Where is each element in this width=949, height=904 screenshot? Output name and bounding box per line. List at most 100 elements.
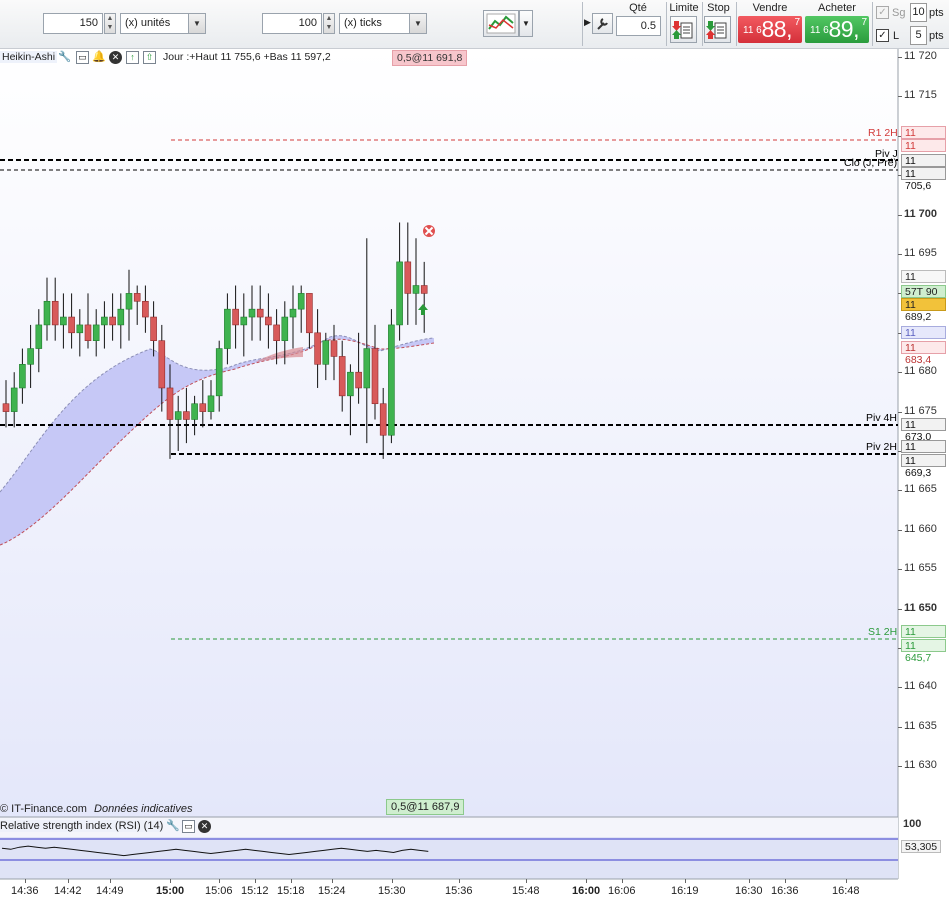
candle-down[interactable] (84, 324, 92, 341)
candle-up[interactable] (117, 308, 125, 326)
candle-up[interactable] (412, 285, 420, 294)
buy-button[interactable]: 11 6 89, 7 (805, 16, 869, 43)
sg-checkbox[interactable]: ✓ (876, 6, 889, 19)
close-icon[interactable]: ✕ (109, 51, 122, 64)
candle-up[interactable] (224, 308, 231, 349)
wrench-button[interactable] (592, 13, 613, 34)
quantity-ticks-stepper[interactable]: ▲ ▼ (323, 13, 335, 34)
candle-down[interactable] (199, 403, 207, 412)
day-range-info: Jour :+Haut 11 755,6 +Bas 11 597,2 (163, 51, 331, 63)
candle-up[interactable] (297, 293, 305, 310)
candle-down[interactable] (420, 285, 428, 294)
candle-down[interactable] (142, 300, 149, 318)
price-tick-label: 11 630 (904, 759, 937, 772)
candle-down[interactable] (133, 293, 141, 302)
time-tick-mark (392, 879, 393, 883)
candle-down[interactable] (306, 293, 313, 334)
candle-up[interactable] (388, 324, 395, 436)
time-tick-label: 16:30 (735, 885, 763, 897)
candle-up[interactable] (35, 324, 43, 349)
candle-down[interactable] (404, 261, 412, 294)
candle-up[interactable] (322, 340, 330, 365)
price-tick-mark (898, 608, 902, 610)
l-points-input[interactable]: 5 (910, 26, 927, 45)
candle-up[interactable] (347, 371, 354, 397)
sg-points-input[interactable]: 10 (910, 3, 927, 22)
time-tick-mark (685, 879, 686, 883)
candle-up[interactable] (215, 348, 223, 397)
candle-down[interactable] (273, 324, 280, 341)
price-tick-label: 11 640 (904, 680, 937, 693)
chart-type-button[interactable] (483, 10, 519, 37)
candle-down[interactable] (183, 411, 190, 420)
candle-up[interactable] (363, 348, 371, 389)
candle-down[interactable] (166, 387, 174, 420)
quantity-ticks-input[interactable]: 100 (262, 13, 322, 34)
candle-up[interactable] (281, 316, 289, 341)
candle-down[interactable] (371, 348, 379, 405)
qte-input[interactable]: 0.5 (616, 16, 661, 36)
rsi-window-icon[interactable]: ▭ (182, 820, 195, 833)
window-icon[interactable]: ▭ (76, 51, 89, 64)
candle-up[interactable] (289, 308, 297, 318)
candle-up[interactable] (248, 308, 256, 318)
candle-down[interactable] (265, 316, 272, 326)
price-chart[interactable] (0, 49, 949, 904)
candle-down[interactable] (232, 308, 239, 326)
candle-down[interactable] (256, 308, 264, 318)
candle-up[interactable] (10, 387, 18, 412)
collapse-arrow-icon[interactable]: ▶ (584, 17, 591, 28)
piv-2h-tag-2: 11 669,3 (901, 454, 946, 479)
candle-up[interactable] (207, 395, 215, 412)
candle-up[interactable] (396, 261, 403, 326)
candle-up[interactable] (27, 348, 34, 365)
candle-down[interactable] (338, 356, 346, 397)
wrench-icon[interactable]: 🔧 (58, 50, 71, 63)
candle-up[interactable] (43, 300, 51, 326)
candle-up[interactable] (174, 411, 182, 420)
time-tick-label: 15:12 (241, 885, 269, 897)
time-tick-label: 14:36 (11, 885, 39, 897)
limit-order-button[interactable] (670, 16, 697, 43)
candle-down[interactable] (355, 371, 362, 389)
candle-down[interactable] (51, 300, 59, 326)
candle-up[interactable] (76, 324, 84, 334)
order-tag-top[interactable]: 0,5@11 691,8 (392, 50, 468, 66)
candle-up[interactable] (60, 316, 67, 326)
arrow-up-icon[interactable]: ↑ (126, 51, 139, 64)
candle-up[interactable] (125, 293, 133, 310)
order-tag-bottom[interactable]: 0,5@11 687,9 (386, 799, 465, 815)
rsi-wrench-icon[interactable]: 🔧 (166, 819, 180, 832)
instrument-label[interactable]: Heikin-Ashi (0, 51, 58, 63)
candle-up[interactable] (19, 364, 26, 389)
arrow-up-green-icon[interactable]: ⇧ (143, 51, 156, 64)
chart-type-dropdown[interactable]: ▼ (519, 10, 533, 37)
candle-down[interactable] (109, 316, 116, 326)
time-tick-mark (846, 879, 847, 883)
time-tick-mark (526, 879, 527, 883)
candle-up[interactable] (191, 403, 198, 420)
time-tick-mark (459, 879, 460, 883)
rsi-title[interactable]: Relative strength index (RSI) (14) (0, 820, 164, 832)
candle-down[interactable] (150, 316, 157, 341)
alert-bell-icon[interactable]: 🔔 (92, 50, 106, 63)
candle-down[interactable] (379, 403, 387, 436)
candle-up[interactable] (240, 316, 248, 326)
candle-up[interactable] (101, 316, 108, 326)
units-select[interactable]: (x) unités ▼ (120, 13, 206, 34)
ticks-select[interactable]: (x) ticks ▼ (339, 13, 427, 34)
candle-down[interactable] (314, 332, 321, 365)
time-tick-mark (332, 879, 333, 883)
quantity-units-stepper[interactable]: ▲ ▼ (104, 13, 116, 34)
candle-down[interactable] (330, 340, 338, 357)
l-checkbox[interactable]: ✓ (876, 29, 889, 42)
price-tick-mark (898, 687, 902, 689)
candle-down[interactable] (68, 316, 75, 334)
candle-up[interactable] (92, 324, 100, 341)
candle-down[interactable] (2, 403, 10, 412)
stop-order-button[interactable] (704, 16, 731, 43)
candle-down[interactable] (158, 340, 166, 389)
rsi-close-icon[interactable]: ✕ (198, 820, 211, 833)
quantity-units-input[interactable]: 150 (43, 13, 103, 34)
sell-button[interactable]: 11 6 88, 7 (738, 16, 802, 43)
